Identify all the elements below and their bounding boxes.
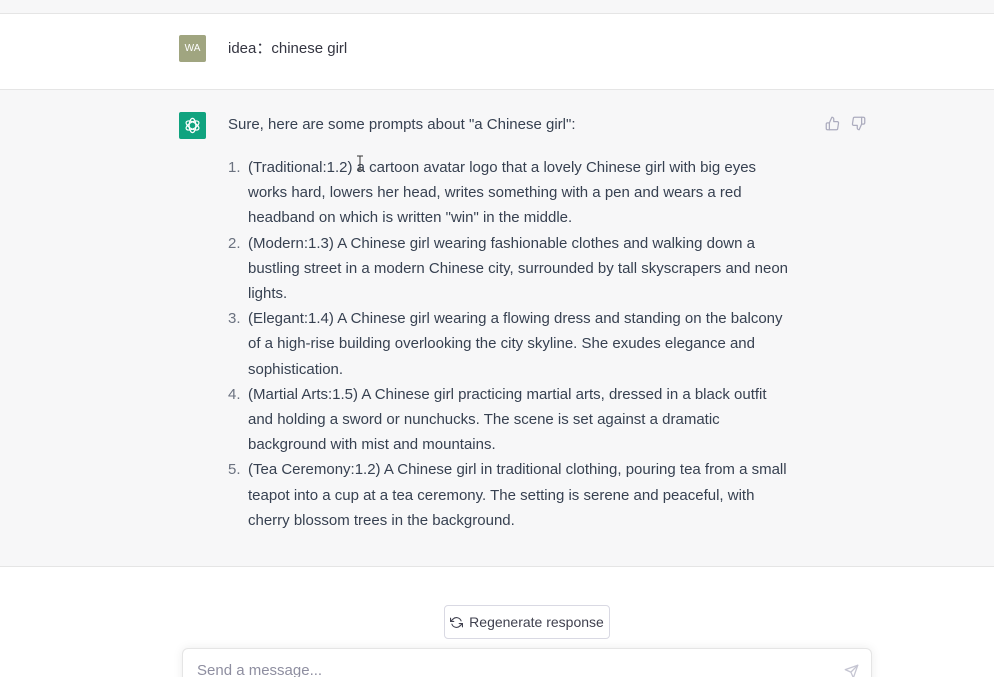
user-avatar: WA (179, 35, 206, 62)
list-item-line: sophistication. (248, 360, 344, 378)
assistant-message: Sure, here are some prompts about "a Chi… (0, 90, 994, 567)
list-item-line: (Modern:1.3) A Chinese girl wearing fash… (248, 234, 755, 252)
user-message: WA idea：chinese girl (0, 14, 994, 90)
list-item-line: headband on which is written "win" in th… (248, 209, 573, 227)
list-item-number: 5. (228, 461, 241, 479)
list-item-line: and holding a sword or nunchucks. The sc… (248, 411, 720, 429)
text-cursor-icon (356, 155, 364, 171)
message-input[interactable] (197, 660, 817, 677)
list-item-line: teapot into a cup at a tea ceremony. The… (248, 486, 755, 504)
list-item: 5. (Tea Ceremony:1.2) A Chinese girl in … (228, 457, 818, 533)
paper-plane-icon[interactable] (842, 662, 860, 677)
assistant-intro-text: Sure, here are some prompts about "a Chi… (228, 116, 576, 133)
chat-page: WA idea：chinese girl Sure, here are some… (0, 0, 994, 677)
regenerate-label: Regenerate response (469, 614, 604, 630)
list-item-line: lights. (248, 285, 288, 303)
list-item: 2. (Modern:1.3) A Chinese girl wearing f… (228, 231, 818, 307)
list-item-number: 4. (228, 385, 241, 403)
list-item-number: 3. (228, 310, 241, 328)
user-message-text: idea：chinese girl (228, 40, 348, 57)
list-item-line: (Tea Ceremony:1.2) A Chinese girl in tra… (248, 461, 787, 479)
refresh-icon (450, 616, 464, 629)
list-item-line: works hard, lowers her head, writes some… (248, 184, 742, 202)
list-item-line: bustling street in a modern Chinese city… (248, 259, 789, 277)
list-item-line: background with mist and mountains. (248, 436, 496, 454)
list-item-line: cherry blossom trees in the background. (248, 511, 515, 529)
list-item-line: of a high-rise building overlooking the … (248, 335, 755, 353)
thumbs-down-icon[interactable] (849, 114, 867, 132)
list-item-line: (Martial Arts:1.5) A Chinese girl practi… (248, 385, 767, 403)
previous-message-edge (0, 0, 994, 14)
list-item: 4. (Martial Arts:1.5) A Chinese girl pra… (228, 382, 818, 458)
list-item: 1. (Traditional:1.2) a cartoon avatar lo… (228, 155, 818, 231)
message-composer (182, 648, 872, 677)
regenerate-response-button[interactable]: Regenerate response (444, 605, 610, 639)
openai-logo-icon (179, 112, 206, 139)
list-item: 3. (Elegant:1.4) A Chinese girl wearing … (228, 306, 818, 382)
list-item-line: (Elegant:1.4) A Chinese girl wearing a f… (248, 310, 783, 328)
list-item-number: 1. (228, 159, 241, 176)
thumbs-up-icon[interactable] (823, 114, 841, 132)
list-item-number: 2. (228, 234, 241, 252)
prompt-list: 1. (Traditional:1.2) a cartoon avatar lo… (228, 155, 818, 533)
list-item-line: (Traditional:1.2) a cartoon avatar logo … (248, 159, 757, 176)
